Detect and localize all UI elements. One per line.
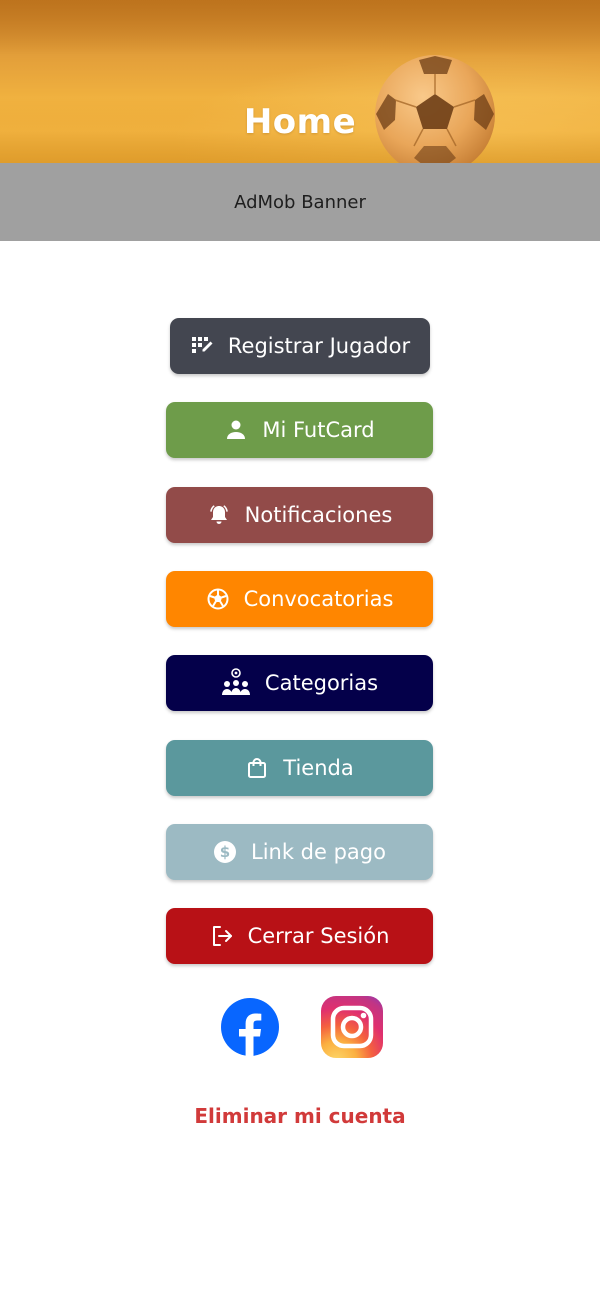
admob-banner[interactable]: AdMob Banner <box>0 163 600 241</box>
categorias-button[interactable]: Categorias <box>166 655 433 711</box>
header-banner: Home <box>0 0 600 163</box>
tienda-label: Tienda <box>283 756 354 780</box>
convocatorias-button[interactable]: Convocatorias <box>166 571 433 627</box>
notificaciones-label: Notificaciones <box>244 503 393 527</box>
shopping-bag-icon <box>245 756 269 780</box>
edit-grid-icon <box>190 334 214 358</box>
instagram-icon <box>321 996 383 1058</box>
categorias-label: Categorias <box>264 671 379 695</box>
soccer-ball-icon <box>206 587 230 611</box>
team-group-icon <box>221 668 251 698</box>
svg-text:$: $ <box>220 843 230 861</box>
convocatorias-label: Convocatorias <box>243 587 394 611</box>
mi-futcard-label: Mi FutCard <box>262 418 375 442</box>
logout-icon <box>210 924 234 948</box>
facebook-icon <box>221 998 279 1056</box>
cerrar-sesion-button[interactable]: Cerrar Sesión <box>166 908 433 964</box>
facebook-link[interactable] <box>218 996 282 1060</box>
registrar-jugador-label: Registrar Jugador <box>227 334 411 358</box>
delete-account-link[interactable]: Eliminar mi cuenta <box>0 1102 600 1130</box>
admob-banner-label: AdMob Banner <box>234 191 366 213</box>
page-title: Home <box>243 102 357 142</box>
registrar-jugador-button[interactable]: Registrar Jugador <box>170 318 430 374</box>
cerrar-sesion-label: Cerrar Sesión <box>247 924 390 948</box>
header-background-top <box>0 0 600 55</box>
person-icon <box>224 418 248 442</box>
link-de-pago-label: Link de pago <box>251 840 386 864</box>
alarm-bell-icon <box>207 503 231 527</box>
link-de-pago-button[interactable]: $ Link de pago <box>166 824 433 880</box>
mi-futcard-button[interactable]: Mi FutCard <box>166 402 433 458</box>
tienda-button[interactable]: Tienda <box>166 740 433 796</box>
notificaciones-button[interactable]: Notificaciones <box>166 487 433 543</box>
instagram-link[interactable] <box>320 995 384 1059</box>
dollar-coin-icon: $ <box>213 840 237 864</box>
